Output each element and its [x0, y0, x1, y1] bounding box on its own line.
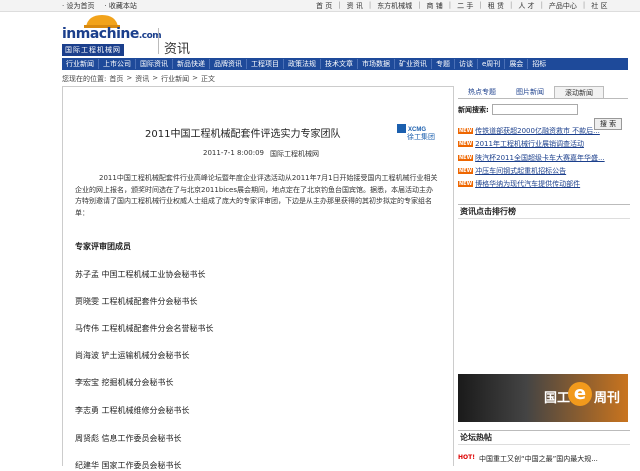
site-nav-links: 首 页 | 资 讯 | 东方机械城 | 商 铺 | 二 手 | 租 赁 | 人 才 | 产品中…	[316, 1, 608, 11]
banner-suffix: 周刊	[594, 391, 621, 406]
nav-item-listed-companies[interactable]: 上市公司	[99, 59, 136, 69]
sidebar-tabs: 热点专题 图片新闻 滚动新闻	[458, 86, 628, 99]
site-link-mall[interactable]: 东方机械城	[377, 1, 412, 11]
site-link-jobs[interactable]: 人 才	[518, 1, 534, 11]
article-date: 2011-7-1 8:00:09	[203, 149, 264, 157]
list-item[interactable]: NEW 冲压车间钢式起重机招标公告	[458, 166, 566, 176]
breadcrumb-current: 正文	[200, 75, 215, 83]
tab-rolling-news[interactable]: 滚动新闻	[554, 86, 604, 98]
nav-item-new-products[interactable]: 新品快递	[173, 59, 210, 69]
forum-list-item[interactable]: HOT! 中国重工又创“中国之最”国内最大规...	[458, 454, 598, 464]
eweekly-banner[interactable]: 国工 e 周刊	[458, 374, 628, 422]
news-search: 新闻搜索:	[458, 104, 628, 115]
new-badge: NEW	[458, 181, 474, 187]
expert-item: 苏子孟 中国工程机械工业协会秘书长	[75, 270, 206, 279]
search-input[interactable]	[491, 104, 578, 115]
site-link-products[interactable]: 产品中心	[549, 1, 577, 11]
e-logo-icon: e	[568, 382, 592, 406]
article-panel: 2011中国工程机械配套件评选实力专家团队 XCMG 徐工集团 2011-7-1…	[62, 86, 454, 470]
site-link-rent[interactable]: 租 赁	[488, 1, 504, 11]
list-item[interactable]: NEW 陕汽杯2011全国超级卡车大赛嘉年华盛...	[458, 153, 605, 163]
xcmg-logo-icon: XCMG 徐工集团	[397, 124, 435, 141]
site-link-home[interactable]: 首 页	[316, 1, 332, 11]
new-badge: NEW	[458, 155, 474, 161]
nav-item-eweekly[interactable]: e周刊	[478, 59, 506, 69]
hot-badge: HOT!	[458, 454, 475, 461]
nav-item-expo[interactable]: 展会	[505, 59, 529, 69]
expert-item: 马传伟 工程机械配套件分会名誉秘书长	[75, 324, 214, 333]
set-homepage-link[interactable]: · 设为首页	[62, 1, 94, 11]
breadcrumb-industry[interactable]: 行业新闻	[161, 74, 189, 84]
expert-item: 周贤彪 信息工作委员会秘书长	[75, 434, 182, 443]
nav-item-tenders[interactable]: 招标	[528, 59, 550, 69]
expert-item: 贾晓雯 工程机械配套件分会秘书长	[75, 297, 198, 306]
list-item[interactable]: NEW 2011年工程机械行业展销调查活动	[458, 139, 584, 149]
nav-item-market-data[interactable]: 市场数据	[358, 59, 395, 69]
top-utility-bar: · 设为首页 · 收藏本站 首 页 | 资 讯 | 东方机械城 | 商 铺 | 二 手 |…	[0, 0, 640, 12]
breadcrumb-news[interactable]: 资讯	[135, 74, 149, 84]
site-link-news[interactable]: 资 讯	[347, 1, 363, 11]
tab-photo-news[interactable]: 图片新闻	[506, 86, 554, 98]
banner-text: 国工	[544, 391, 571, 406]
new-badge: NEW	[458, 141, 474, 147]
article-meta: 2011-7-1 8:00:09 国际工程机械网	[203, 149, 319, 159]
list-item[interactable]: NEW 传铁道部获超2000亿融资救市 不款后...	[458, 126, 600, 136]
article-body: 2011中国工程机械配套件行业高峰论坛暨年度企业评选活动从2011年7月1日开始…	[75, 174, 438, 217]
nav-item-policy[interactable]: 政策法规	[284, 59, 321, 69]
nav-item-brands[interactable]: 品牌资讯	[210, 59, 247, 69]
logo-divider	[158, 28, 159, 54]
site-logo[interactable]: inmachine.com 国际工程机械网	[62, 14, 162, 58]
nav-item-projects[interactable]: 工程项目	[247, 59, 284, 69]
site-link-shops[interactable]: 商 铺	[427, 1, 443, 11]
article-title: 2011中国工程机械配套件评选实力专家团队	[145, 129, 341, 140]
experts-heading: 专家评审团成员	[75, 242, 131, 251]
ranking-heading: 资讯点击排行榜	[458, 204, 630, 219]
nav-item-topics[interactable]: 专题	[432, 59, 455, 69]
utility-links: · 设为首页 · 收藏本站	[62, 1, 137, 11]
article-source: 国际工程机械网	[269, 150, 319, 158]
category-nav: 行业新闻 上市公司 国际资讯 新品快递 品牌资讯 工程项目 政策法规 技术文章 …	[62, 58, 628, 70]
breadcrumb: 您现在的位置: 首页 > 资讯 > 行业新闻 > 正文	[62, 74, 215, 84]
site-link-community[interactable]: 社 区	[591, 1, 607, 11]
expert-item: 李志勇 工程机械维修分会秘书长	[75, 406, 190, 415]
nav-item-industry-news[interactable]: 行业新闻	[62, 59, 99, 69]
site-link-used[interactable]: 二 手	[457, 1, 473, 11]
search-label: 新闻搜索:	[458, 105, 489, 114]
tab-hot-topics[interactable]: 热点专题	[458, 86, 506, 98]
new-badge: NEW	[458, 168, 474, 174]
breadcrumb-home[interactable]: 首页	[109, 74, 123, 84]
section-title: 资讯	[164, 42, 191, 57]
forum-item-title[interactable]: 中国重工又创“中国之最”国内最大规...	[479, 454, 598, 464]
expert-item: 李宏宝 挖掘机械分会秘书长	[75, 378, 174, 387]
company-logo: XCMG 徐工集团	[397, 123, 441, 141]
new-badge: NEW	[458, 128, 474, 134]
expert-item: 纪建华 国家工作委员会秘书长	[75, 461, 182, 470]
nav-item-tech[interactable]: 技术文章	[321, 59, 358, 69]
logo-brand: inmachine.com	[62, 26, 162, 42]
nav-item-mining[interactable]: 矿业资讯	[395, 59, 432, 69]
breadcrumb-prefix: 您现在的位置:	[62, 75, 107, 83]
nav-item-interviews[interactable]: 访谈	[455, 59, 478, 69]
list-item[interactable]: NEW 博格华纳为现代汽车提供传动部件	[458, 179, 580, 189]
forum-heading: 论坛热帖	[458, 430, 630, 445]
expert-item: 尚海波 铲土运输机械分会秘书长	[75, 351, 190, 360]
company-logo-text: 徐工集团	[407, 132, 435, 141]
nav-item-international[interactable]: 国际资讯	[136, 59, 173, 69]
logo-subtitle: 国际工程机械网	[62, 44, 124, 56]
bookmark-site-link[interactable]: · 收藏本站	[104, 1, 136, 11]
